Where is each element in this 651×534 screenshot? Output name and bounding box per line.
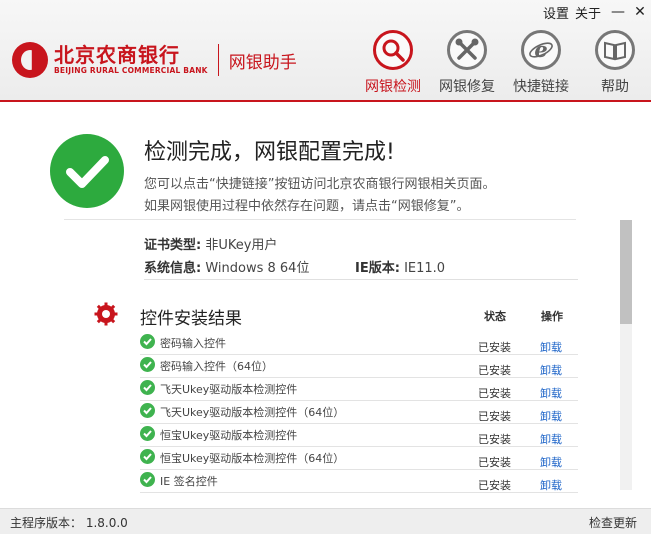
- vertical-scrollbar[interactable]: [620, 220, 632, 490]
- check-circle-icon: [140, 403, 155, 418]
- control-status: 已安装: [478, 456, 511, 469]
- cert-type-label: 证书类型:: [144, 238, 202, 253]
- divider: [144, 279, 578, 280]
- close-button[interactable]: ✕: [629, 1, 651, 23]
- book-icon: [595, 30, 635, 70]
- check-circle-icon: [140, 380, 155, 395]
- cert-type-row: 证书类型: 非UKey用户: [144, 234, 277, 253]
- control-status: 已安装: [478, 341, 511, 354]
- scrollbar-thumb[interactable]: [620, 220, 632, 324]
- magnifier-icon: [373, 30, 413, 70]
- header: 设置 关于 — ✕ 北京农商银行 BEIJING RURAL COMMERCIA…: [0, 0, 651, 102]
- bank-name: 北京农商银行 BEIJING RURAL COMMERCIAL BANK: [54, 44, 208, 76]
- uninstall-link[interactable]: 卸载: [540, 408, 562, 424]
- nav-help-label: 帮助: [601, 79, 629, 95]
- window-controls: 设置 关于 — ✕: [543, 0, 651, 24]
- control-name: 飞天Ukey驱动版本检测控件: [160, 383, 298, 396]
- control-name: IE 签名控件: [160, 475, 218, 488]
- list-item: IE 签名控件 已安装 卸载: [140, 470, 578, 493]
- result-description: 您可以点击“快捷链接”按钮访问北京农商银行网银相关页面。: [144, 177, 496, 192]
- nav-repair-button[interactable]: 网银修复: [430, 30, 504, 96]
- nav-check-label: 网银检测: [365, 79, 421, 95]
- nav-links-button[interactable]: e 快捷链接: [504, 30, 578, 96]
- uninstall-link[interactable]: 卸载: [540, 362, 562, 378]
- result-hint: 如果网银使用过程中依然存在问题，请点击“网银修复”。: [144, 199, 470, 214]
- uninstall-link[interactable]: 卸载: [540, 431, 562, 447]
- bank-name-en: BEIJING RURAL COMMERCIAL BANK: [54, 66, 208, 75]
- list-item: 飞天Ukey驱动版本检测控件（64位） 已安装 卸载: [140, 401, 578, 424]
- bank-emblem-icon: [12, 42, 48, 78]
- control-name: 恒宝Ukey驱动版本检测控件: [160, 429, 298, 442]
- control-name: 飞天Ukey驱动版本检测控件（64位）: [160, 406, 345, 419]
- cert-type-value: 非UKey用户: [205, 238, 278, 253]
- main-nav: 网银检测 网银修复 e 快捷链接 帮助: [356, 30, 651, 96]
- settings-link[interactable]: 设置: [543, 3, 569, 22]
- control-status: 已安装: [478, 410, 511, 423]
- svg-text:e: e: [534, 37, 547, 62]
- nav-links-label: 快捷链接: [513, 79, 569, 95]
- system-info-value: Windows 8 64位: [205, 261, 310, 276]
- control-status: 已安装: [478, 364, 511, 377]
- ie-version-row: IE版本: IE11.0: [355, 257, 445, 276]
- gear-icon: [94, 302, 118, 326]
- nav-help-button[interactable]: 帮助: [578, 30, 651, 96]
- control-status: 已安装: [478, 387, 511, 400]
- tools-icon: [447, 30, 487, 70]
- uninstall-link[interactable]: 卸载: [540, 385, 562, 401]
- ie-icon: e: [521, 30, 561, 70]
- control-name: 恒宝Ukey驱动版本检测控件（64位）: [160, 452, 345, 465]
- check-circle-icon: [140, 449, 155, 464]
- list-item: 密码输入控件 已安装 卸载: [140, 332, 578, 355]
- uninstall-link[interactable]: 卸载: [540, 454, 562, 470]
- control-name: 密码输入控件（64位）: [160, 360, 273, 373]
- system-info-row: 系统信息: Windows 8 64位: [144, 257, 309, 276]
- controls-list: 密码输入控件 已安装 卸载 密码输入控件（64位） 已安装 卸载 飞天Ukey驱…: [140, 332, 578, 493]
- check-circle-icon: [140, 357, 155, 372]
- check-circle-icon: [140, 334, 155, 349]
- status-bar: 主程序版本： 1.8.0.0 检查更新: [0, 508, 651, 534]
- app-name: 网银助手: [228, 52, 297, 73]
- ie-version-value: IE11.0: [404, 261, 446, 276]
- bank-logo: 北京农商银行 BEIJING RURAL COMMERCIAL BANK 网银助…: [12, 42, 297, 78]
- ie-version-label: IE版本:: [355, 261, 400, 276]
- list-item: 恒宝Ukey驱动版本检测控件 已安装 卸载: [140, 424, 578, 447]
- control-status: 已安装: [478, 433, 511, 446]
- nav-check-button[interactable]: 网银检测: [356, 30, 430, 96]
- about-link[interactable]: 关于: [575, 3, 601, 22]
- logo-divider: [217, 44, 219, 76]
- nav-repair-label: 网银修复: [439, 79, 495, 95]
- system-info-label: 系统信息:: [144, 261, 202, 276]
- status-column-header: 状态: [484, 310, 506, 323]
- control-name: 密码输入控件: [160, 337, 226, 350]
- version-text: 主程序版本： 1.8.0.0: [10, 516, 128, 530]
- uninstall-link[interactable]: 卸载: [540, 477, 562, 493]
- success-check-icon: [50, 134, 124, 208]
- list-item: 恒宝Ukey驱动版本检测控件（64位） 已安装 卸载: [140, 447, 578, 470]
- control-status: 已安装: [478, 479, 511, 492]
- result-title: 检测完成，网银配置完成!: [144, 140, 395, 165]
- check-circle-icon: [140, 426, 155, 441]
- check-update-link[interactable]: 检查更新: [589, 514, 637, 531]
- minimize-button[interactable]: —: [607, 1, 629, 23]
- bank-name-cn: 北京农商银行: [54, 43, 180, 67]
- list-item: 密码输入控件（64位） 已安装 卸载: [140, 355, 578, 378]
- controls-section-title: 控件安装结果: [140, 309, 242, 329]
- divider: [64, 219, 576, 220]
- uninstall-link[interactable]: 卸载: [540, 339, 562, 355]
- check-circle-icon: [140, 472, 155, 487]
- action-column-header: 操作: [541, 310, 563, 323]
- list-item: 飞天Ukey驱动版本检测控件 已安装 卸载: [140, 378, 578, 401]
